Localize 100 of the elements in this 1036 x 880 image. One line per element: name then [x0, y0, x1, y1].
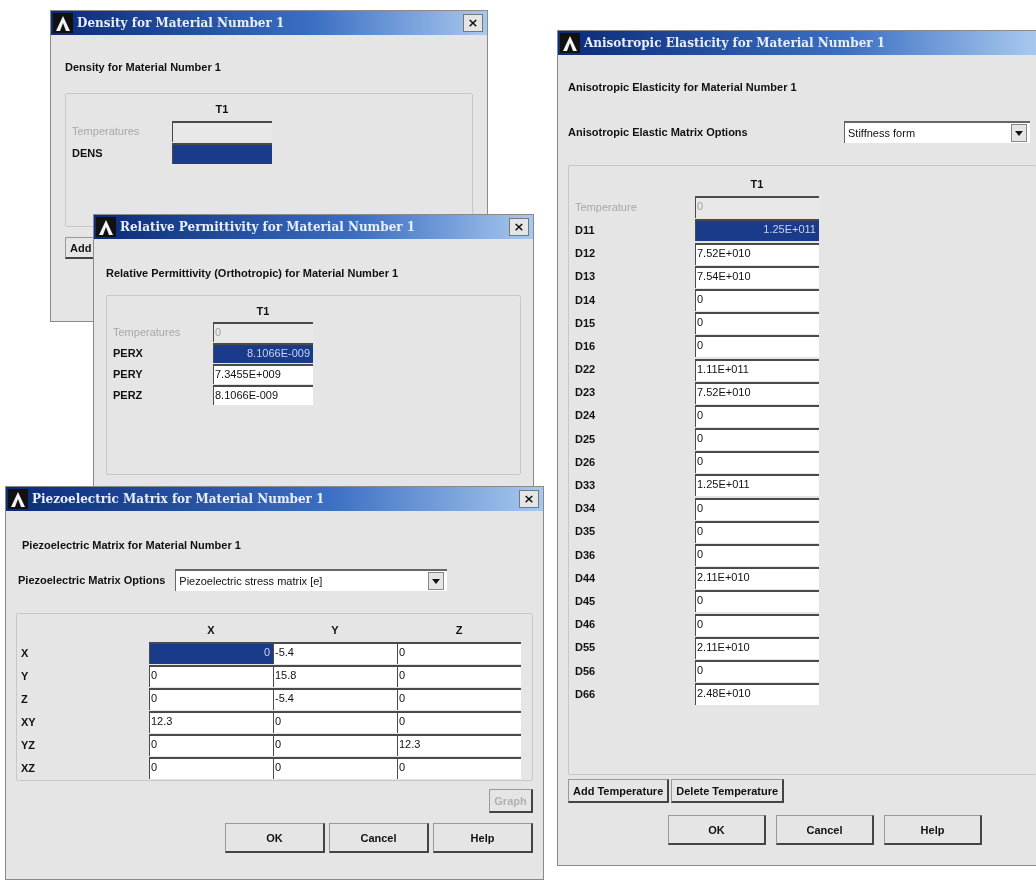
- value-field[interactable]: 1.11E+011: [695, 358, 819, 381]
- matrix-field[interactable]: 0: [149, 688, 273, 710]
- matrix-field[interactable]: -5.4: [273, 688, 397, 710]
- options-label: Anisotropic Elastic Matrix Options: [568, 126, 748, 138]
- options-label: Piezoelectric Matrix Options: [18, 574, 166, 586]
- matrix-field[interactable]: 0: [273, 757, 397, 779]
- value-field[interactable]: 7.52E+010: [695, 381, 819, 404]
- row-label: D24: [575, 409, 597, 422]
- row-label: D23: [575, 386, 597, 399]
- row-label: D55: [575, 641, 597, 654]
- row-label: D11: [575, 223, 596, 236]
- dialog-button[interactable]: Cancel: [329, 823, 429, 853]
- matrix-field[interactable]: 15.8: [273, 665, 397, 687]
- value-field[interactable]: 0: [695, 497, 819, 520]
- dialog-heading: Density for Material Number 1: [65, 61, 222, 73]
- matrix-field[interactable]: 0: [397, 688, 521, 710]
- dialog-heading: Relative Permittivity (Orthotropic) for Material Number 1: [106, 267, 400, 279]
- matrix-field[interactable]: -5.4: [273, 642, 397, 664]
- close-button[interactable]: ×: [509, 218, 529, 236]
- value-field[interactable]: 2.11E+010: [695, 567, 819, 590]
- matrix-field[interactable]: 12.3: [397, 734, 521, 756]
- row-label: Temperatures: [113, 325, 182, 338]
- value-field[interactable]: 0: [695, 288, 819, 311]
- column-header: T1: [214, 103, 230, 115]
- value-field[interactable]: 8.1066E-009: [213, 385, 313, 405]
- row-label: D22: [575, 363, 597, 376]
- row-label: PERY: [113, 367, 144, 380]
- column-header: Z: [454, 623, 464, 636]
- caret-icon: [1011, 124, 1027, 142]
- row-label: Temperatures: [72, 125, 141, 137]
- matrix-field[interactable]: 12.3: [149, 711, 273, 733]
- window-title: Density for Material Number 1: [77, 16, 286, 30]
- row-label: D46: [575, 618, 597, 631]
- value-field[interactable]: 7.52E+010: [695, 242, 819, 265]
- options-dropdown[interactable]: Stiffness form: [844, 121, 1030, 143]
- matrix-field[interactable]: 0: [397, 642, 521, 664]
- dialog-heading: Piezoelectric Matrix for Material Number 1: [22, 539, 242, 551]
- dialog-button[interactable]: OK: [668, 815, 766, 845]
- value-field[interactable]: 1.25E+011: [695, 219, 819, 242]
- value-field[interactable]: 0: [695, 451, 819, 474]
- matrix-field[interactable]: 0: [397, 665, 521, 687]
- value-field[interactable]: 8.1066E-009: [213, 343, 313, 363]
- window-title: Relative Permittivity for Material Number 1: [120, 220, 417, 234]
- temperature-button[interactable]: Add Temperature: [568, 779, 670, 803]
- matrix-field[interactable]: 0: [149, 642, 273, 664]
- dialog-button[interactable]: Help: [884, 815, 982, 845]
- row-label: YZ: [21, 738, 37, 751]
- value-field[interactable]: 0: [695, 659, 819, 682]
- column-header: T1: [255, 304, 271, 317]
- matrix-field[interactable]: 0: [149, 757, 273, 779]
- value-field[interactable]: 7.54E+010: [695, 265, 819, 288]
- matrix-field[interactable]: 0: [397, 711, 521, 733]
- matrix-field[interactable]: 0: [149, 665, 273, 687]
- value-field[interactable]: 2.48E+010: [695, 683, 819, 706]
- row-label: D36: [575, 548, 597, 561]
- value-field[interactable]: 0: [695, 428, 819, 451]
- window-title: Anisotropic Elasticity for Material Number 1: [584, 36, 887, 50]
- row-label: XZ: [21, 761, 37, 774]
- caret-icon: [428, 572, 445, 590]
- dialog-button[interactable]: Cancel: [776, 815, 874, 845]
- row-label: D16: [575, 339, 597, 352]
- dialog-button[interactable]: Help: [433, 823, 533, 853]
- column-header: T1: [749, 177, 765, 190]
- row-label: XY: [21, 715, 37, 728]
- value-field[interactable]: 0: [695, 404, 819, 427]
- row-label: D45: [575, 594, 597, 607]
- row-label: D12: [575, 247, 597, 260]
- options-dropdown[interactable]: Piezoelectric stress matrix [e]: [175, 569, 448, 591]
- matrix-field[interactable]: 0: [397, 757, 521, 779]
- value-field[interactable]: 0: [695, 544, 819, 566]
- value-field[interactable]: 0: [695, 312, 819, 335]
- app-logo-icon: [560, 33, 580, 53]
- app-logo-icon: [8, 489, 28, 509]
- matrix-field[interactable]: 0: [273, 734, 397, 756]
- row-label: PERX: [113, 346, 144, 359]
- value-field[interactable]: 0: [695, 335, 819, 358]
- dialog-heading: Anisotropic Elasticity for Material Number 1: [568, 81, 798, 93]
- row-label: D66: [575, 687, 597, 700]
- close-button[interactable]: ×: [463, 14, 483, 32]
- value-field[interactable]: 1.25E+011: [695, 474, 819, 497]
- row-label: D26: [575, 455, 597, 468]
- dialog-button[interactable]: OK: [225, 823, 325, 853]
- row-label: D13: [575, 270, 597, 283]
- row-label: X: [21, 646, 30, 659]
- value-field[interactable]: 0: [695, 613, 819, 636]
- value-field[interactable]: 0: [695, 520, 819, 543]
- window-title: Piezoelectric Matrix for Material Number 1: [32, 492, 326, 506]
- close-button[interactable]: ×: [519, 490, 539, 508]
- value-field[interactable]: 0: [695, 590, 819, 613]
- value-field[interactable]: [172, 143, 272, 164]
- row-label: D35: [575, 525, 597, 538]
- row-label: Y: [21, 669, 30, 682]
- row-label: Temperature: [575, 200, 638, 213]
- row-label: D33: [575, 479, 597, 492]
- value-field[interactable]: 2.11E+010: [695, 636, 819, 659]
- matrix-field[interactable]: 0: [273, 711, 397, 733]
- matrix-field[interactable]: 0: [149, 734, 273, 756]
- value-field[interactable]: 7.3455E+009: [213, 364, 313, 384]
- temperature-button[interactable]: Delete Temperature: [671, 779, 785, 803]
- row-label: D25: [575, 432, 597, 445]
